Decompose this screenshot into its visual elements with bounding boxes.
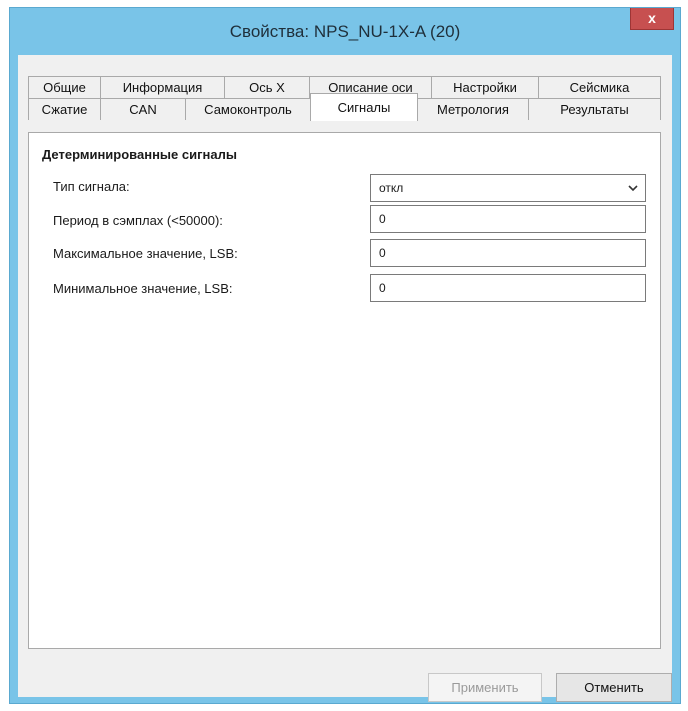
tab-signals[interactable]: Сигналы bbox=[310, 93, 418, 121]
max-value-label: Максимальное значение, LSB: bbox=[53, 246, 238, 261]
tab-results[interactable]: Результаты bbox=[528, 98, 661, 120]
tab-general[interactable]: Общие bbox=[28, 76, 101, 98]
signals-panel: Детерминированные сигналы Тип сигнала: о… bbox=[28, 132, 661, 649]
tab-compression[interactable]: Сжатие bbox=[28, 98, 101, 120]
period-label: Период в сэмплах (<50000): bbox=[53, 213, 223, 228]
title-bar[interactable]: Свойства: NPS_NU-1X-A (20) x bbox=[10, 8, 680, 55]
dialog-client-area: Общие Информация Ось X Описание оси Наст… bbox=[18, 55, 672, 702]
period-input[interactable]: 0 bbox=[370, 205, 646, 233]
tab-can[interactable]: CAN bbox=[100, 98, 186, 120]
signal-type-label: Тип сигнала: bbox=[53, 179, 130, 194]
tab-settings[interactable]: Настройки bbox=[431, 76, 539, 98]
properties-dialog: Свойства: NPS_NU-1X-A (20) x Общие Инфор… bbox=[9, 7, 681, 704]
window-title: Свойства: NPS_NU-1X-A (20) bbox=[229, 22, 461, 41]
close-button[interactable]: x bbox=[630, 8, 674, 30]
max-value-input[interactable]: 0 bbox=[370, 239, 646, 267]
tab-self-control[interactable]: Самоконтроль bbox=[185, 98, 311, 120]
min-value-label: Минимальное значение, LSB: bbox=[53, 281, 233, 296]
tab-information[interactable]: Информация bbox=[100, 76, 225, 98]
tab-seismic[interactable]: Сейсмика bbox=[538, 76, 661, 98]
tab-axis-x[interactable]: Ось X bbox=[224, 76, 310, 98]
signal-type-value: откл bbox=[379, 181, 404, 195]
tab-metrology[interactable]: Метрология bbox=[417, 98, 529, 120]
min-value-input[interactable]: 0 bbox=[370, 274, 646, 302]
apply-button[interactable]: Применить bbox=[428, 673, 542, 702]
cancel-button[interactable]: Отменить bbox=[556, 673, 672, 702]
signal-type-select[interactable]: откл bbox=[370, 174, 646, 202]
section-title: Детерминированные сигналы bbox=[42, 147, 237, 162]
